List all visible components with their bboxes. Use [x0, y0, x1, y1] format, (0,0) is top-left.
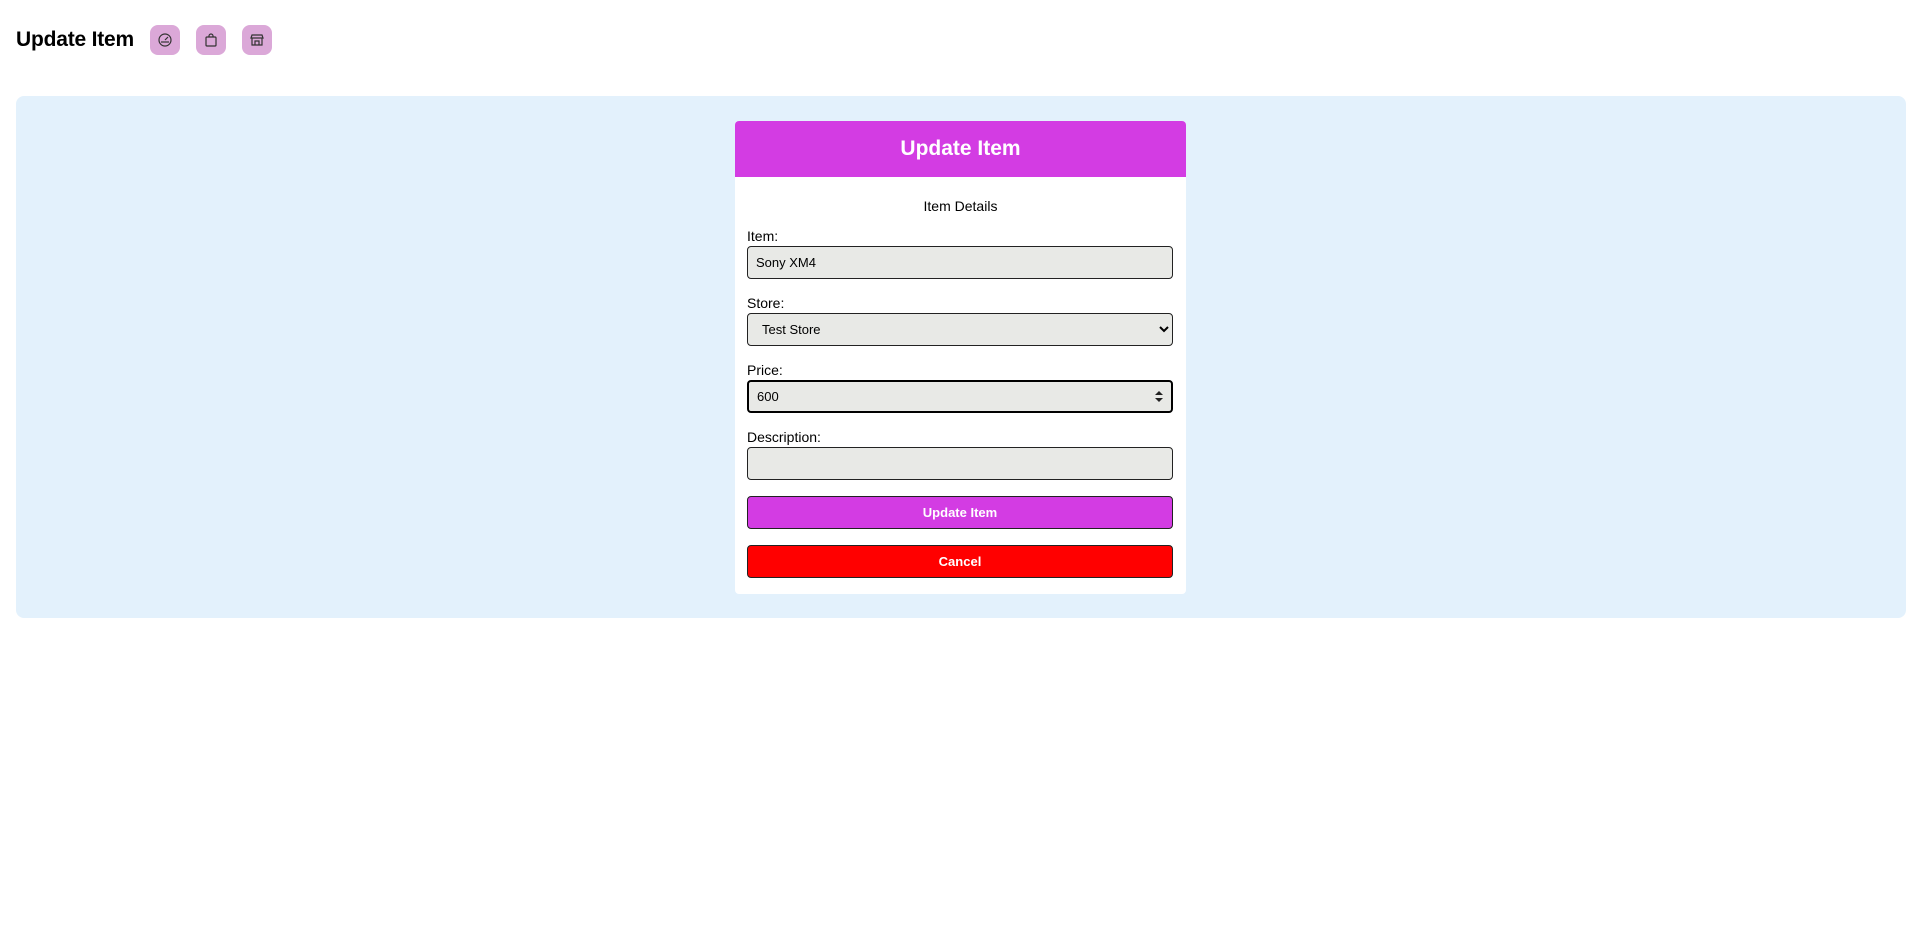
- description-label: Description:: [747, 429, 821, 445]
- dashboard-nav-button[interactable]: [150, 25, 180, 55]
- store-label: Store:: [747, 295, 785, 311]
- dashboard-icon: [158, 33, 172, 47]
- top-bar: Update Item: [16, 24, 288, 56]
- items-nav-button[interactable]: [196, 25, 226, 55]
- update-item-button[interactable]: Update Item: [747, 496, 1173, 529]
- cancel-button[interactable]: Cancel: [747, 545, 1173, 578]
- store-icon: [250, 34, 264, 46]
- form-subtitle: Item Details: [923, 198, 998, 214]
- stores-nav-button[interactable]: [242, 25, 272, 55]
- stepper-arrows-icon[interactable]: [1155, 390, 1163, 403]
- item-label: Item:: [747, 228, 779, 244]
- item-input[interactable]: [747, 246, 1173, 279]
- price-label: Price:: [747, 362, 783, 378]
- page-title: Update Item: [16, 28, 134, 51]
- update-item-card: Update Item Item Details Item: Store: Te…: [735, 121, 1186, 594]
- price-input[interactable]: [747, 380, 1173, 413]
- store-select[interactable]: Test Store: [747, 313, 1173, 346]
- description-input[interactable]: [747, 447, 1173, 480]
- shopping-bag-icon: [205, 33, 217, 47]
- card-header: Update Item: [735, 121, 1186, 177]
